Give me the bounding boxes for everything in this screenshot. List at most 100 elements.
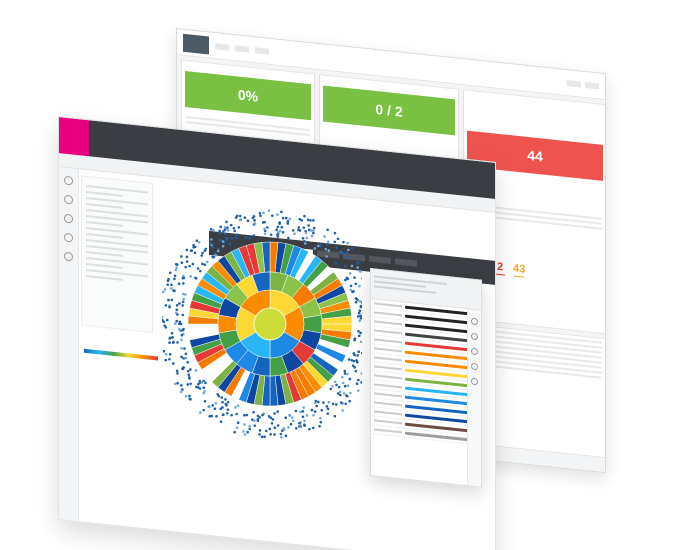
outer-leaf-dot: [168, 341, 171, 344]
outer-leaf-dot: [178, 320, 182, 324]
outer-leaf-dot: [319, 420, 323, 424]
user-menu[interactable]: [585, 81, 599, 89]
settings-icon[interactable]: [64, 251, 73, 262]
outer-leaf-dot: [305, 414, 309, 417]
outer-leaf-dot: [325, 255, 328, 258]
outer-leaf-dot: [314, 399, 318, 403]
outer-leaf-dot: [355, 382, 359, 385]
color-legend: [81, 329, 161, 387]
outer-leaf-dot: [284, 434, 288, 438]
outer-leaf-dot: [275, 228, 279, 232]
outer-leaf-dot: [286, 219, 290, 223]
outer-leaf-dot: [312, 219, 315, 222]
options-button[interactable]: [395, 258, 417, 267]
outer-leaf-dot: [242, 430, 245, 433]
outer-leaf-dot: [166, 283, 170, 286]
explorer-sidebar: [59, 167, 79, 522]
outer-leaf-dot: [253, 219, 256, 222]
outer-leaf-dot: [233, 430, 236, 434]
nav-tab-1[interactable]: [215, 42, 229, 51]
outer-leaf-dot: [164, 352, 168, 356]
legend-row-label: [374, 410, 402, 416]
outer-leaf-dot: [359, 331, 362, 335]
kpi-count-value: 44: [527, 146, 543, 165]
outer-leaf-dot: [223, 232, 227, 236]
outer-leaf-dot: [211, 255, 214, 259]
outer-leaf-dot: [194, 369, 198, 372]
outer-leaf-dot: [315, 404, 318, 408]
outer-leaf-dot: [180, 261, 184, 265]
outer-leaf-dot: [297, 226, 301, 229]
outer-leaf-dot: [176, 313, 179, 316]
outer-leaf-dot: [273, 412, 276, 415]
outer-leaf-dot: [243, 216, 247, 219]
outer-leaf-dot: [181, 388, 184, 391]
pin-icon[interactable]: [471, 317, 478, 326]
legend-row-label: [374, 338, 402, 344]
outer-leaf-dot: [342, 392, 346, 395]
outer-leaf-dot: [248, 427, 252, 431]
outer-leaf-dot: [358, 300, 362, 303]
outer-leaf-dot: [225, 403, 228, 407]
outer-leaf-dot: [293, 232, 296, 236]
outer-leaf-dot: [189, 398, 192, 401]
outer-leaf-dot: [347, 358, 351, 361]
outer-leaf-dot: [174, 268, 177, 272]
sunburst-center[interactable]: [253, 307, 287, 341]
outer-leaf-dot: [252, 234, 256, 237]
outer-leaf-dot: [181, 304, 184, 307]
outer-leaf-dot: [226, 228, 230, 232]
outer-leaf-dot: [317, 400, 320, 404]
share-button[interactable]: [369, 255, 391, 264]
outer-leaf-dot: [287, 236, 290, 240]
outer-leaf-dot: [262, 211, 265, 215]
info-icon[interactable]: [64, 232, 73, 243]
outer-leaf-dot: [263, 227, 266, 231]
outer-leaf-dot: [182, 297, 186, 301]
sunburst-chart[interactable]: [162, 196, 362, 446]
outer-leaf-dot: [180, 255, 183, 258]
info-icon[interactable]: [471, 362, 478, 371]
outer-leaf-dot: [243, 423, 246, 426]
layers-icon[interactable]: [64, 213, 73, 224]
sort-icon[interactable]: [471, 347, 478, 356]
search-input[interactable]: [567, 79, 581, 88]
outer-leaf-dot: [163, 288, 167, 291]
outer-leaf-dot: [198, 269, 202, 273]
outer-leaf-dot: [200, 254, 204, 257]
outer-leaf-dot: [185, 260, 189, 263]
outer-leaf-dot: [181, 292, 185, 296]
outer-leaf-dot: [269, 432, 272, 436]
outer-leaf-dot: [344, 278, 347, 282]
outer-leaf-dot: [312, 226, 316, 230]
outer-leaf-dot: [301, 415, 305, 419]
outer-leaf-dot: [336, 237, 340, 241]
outer-leaf-dot: [352, 290, 355, 293]
close-icon[interactable]: [471, 377, 478, 386]
outer-leaf-dot: [354, 282, 358, 286]
outer-leaf-dot: [284, 416, 288, 419]
outer-leaf-dot: [214, 401, 218, 405]
nav-tab-3[interactable]: [255, 46, 269, 55]
outer-leaf-dot: [360, 381, 362, 384]
outer-leaf-dot: [299, 424, 303, 427]
filter-icon[interactable]: [471, 332, 478, 341]
outer-leaf-dot: [334, 262, 338, 265]
outer-leaf-dot: [175, 266, 178, 269]
outer-leaf-dot: [299, 410, 302, 414]
outer-leaf-dot: [349, 288, 353, 292]
filter-icon[interactable]: [64, 194, 73, 205]
outer-leaf-dot: [354, 369, 358, 373]
outer-leaf-dot: [185, 248, 189, 252]
outer-leaf-dot: [186, 369, 190, 373]
outer-leaf-dot: [164, 326, 168, 329]
nav-tab-2[interactable]: [235, 44, 249, 53]
home-icon[interactable]: [64, 175, 73, 186]
outer-leaf-dot: [353, 276, 356, 279]
outer-leaf-dot: [250, 418, 254, 421]
outer-leaf-dot: [359, 340, 362, 344]
outer-leaf-dot: [256, 414, 260, 418]
outer-leaf-dot: [312, 231, 315, 235]
outer-leaf-dot: [219, 420, 223, 424]
outer-leaf-dot: [224, 398, 227, 401]
